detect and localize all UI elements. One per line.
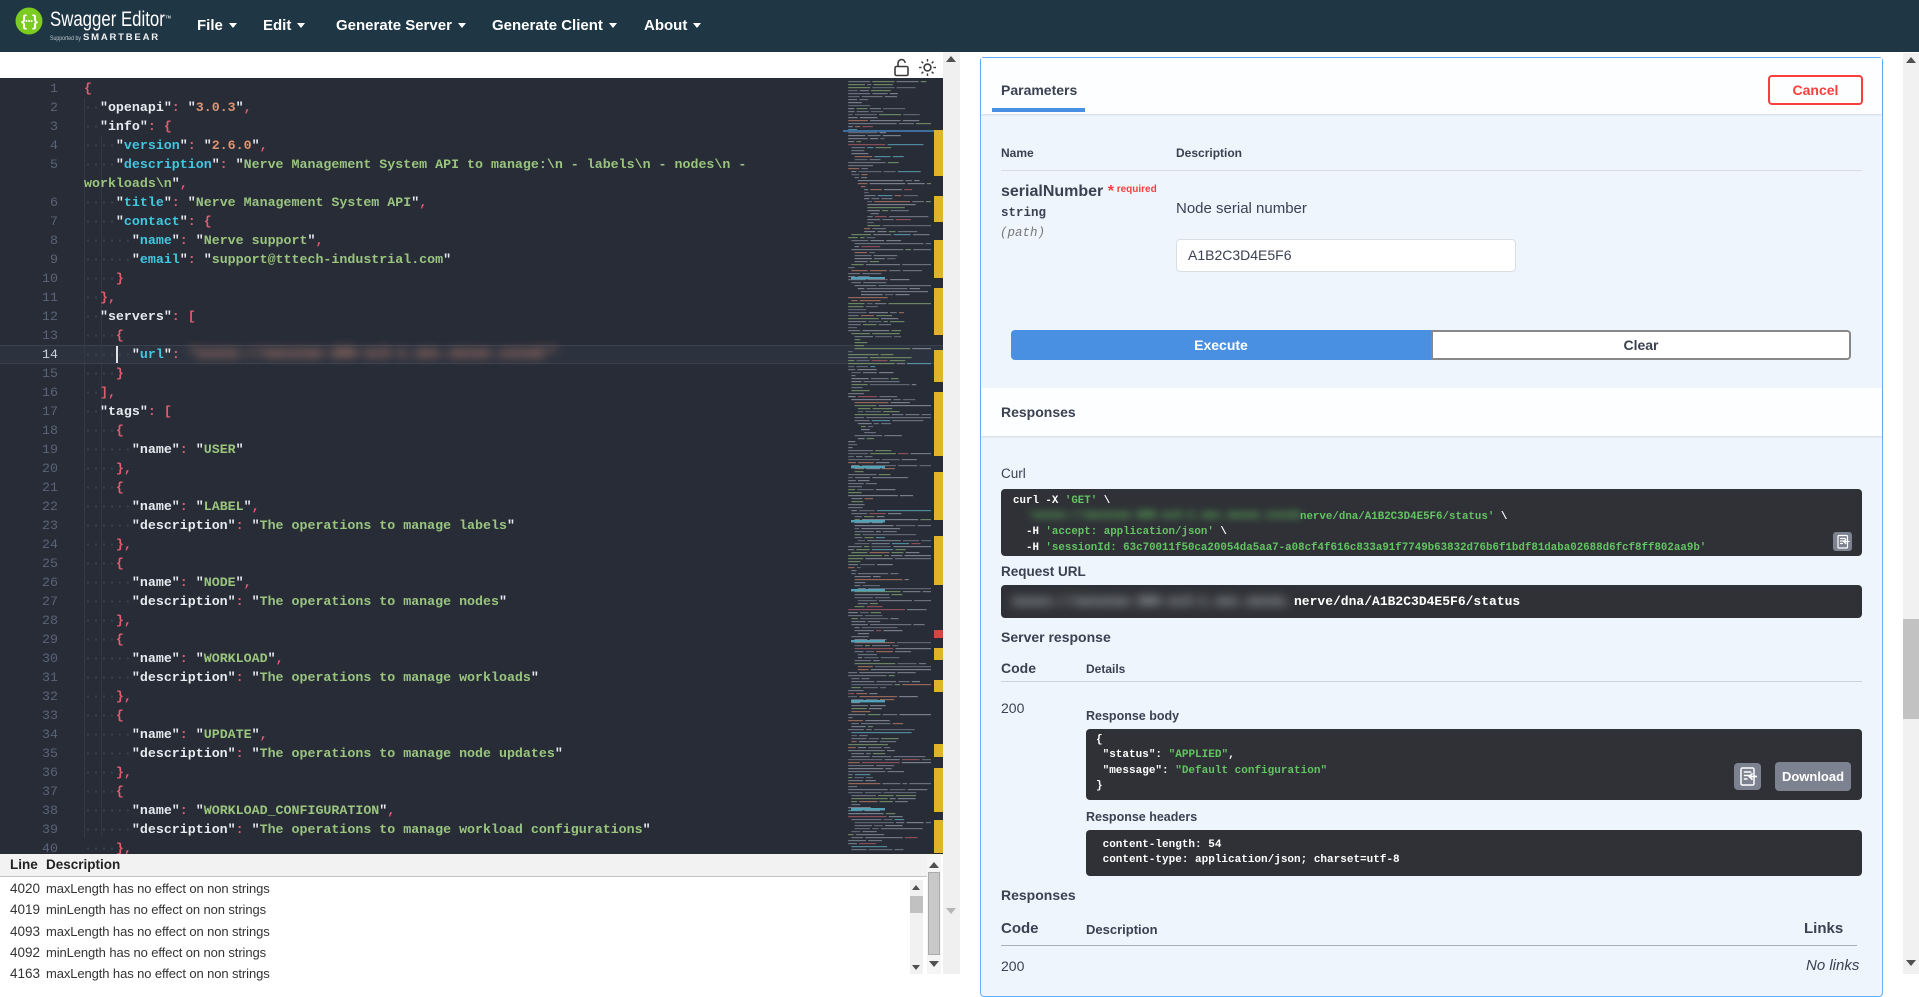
- svg-text:}: }: [32, 13, 38, 30]
